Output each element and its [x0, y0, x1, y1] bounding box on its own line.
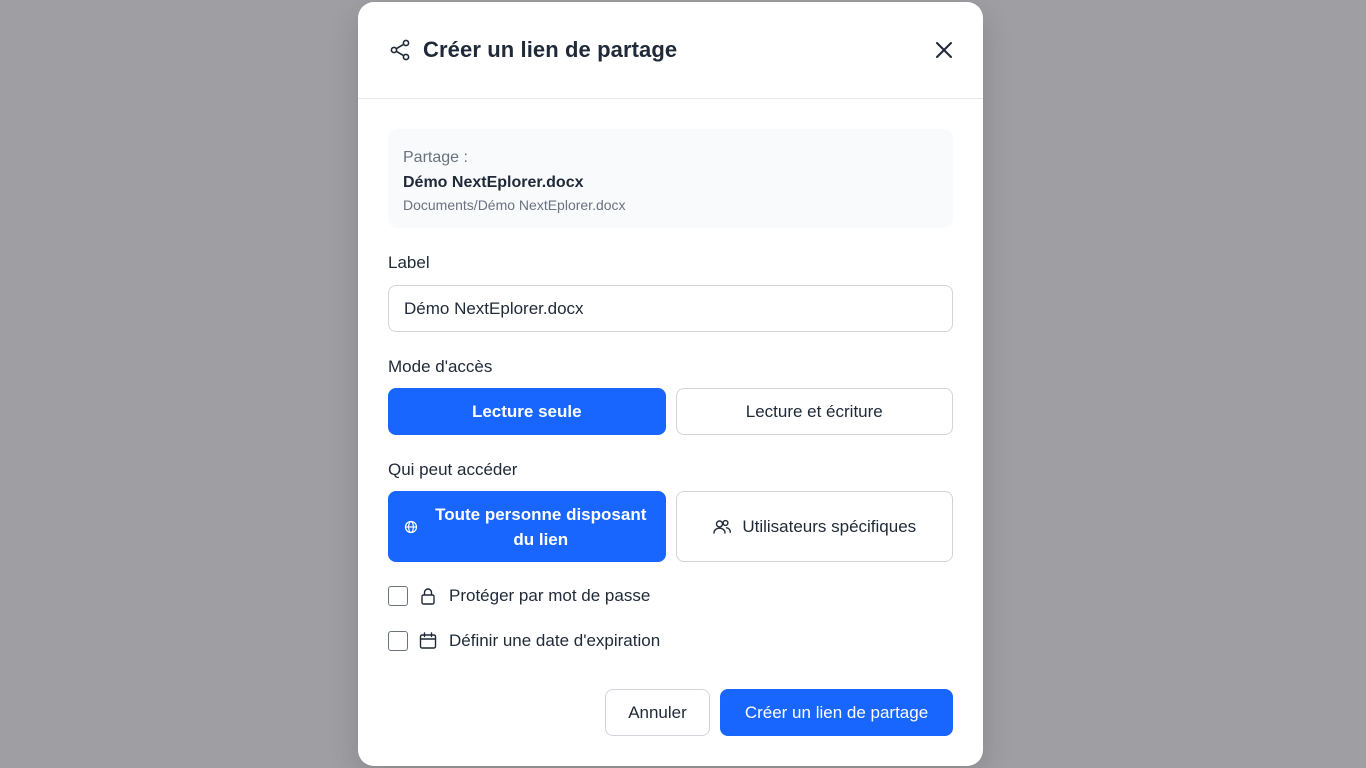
anyone-with-link-label: Toute personne disposant du lien	[435, 504, 647, 549]
users-icon	[712, 517, 732, 537]
dialog-title: Créer un lien de partage	[423, 37, 678, 62]
expiration-checkbox[interactable]	[388, 631, 408, 651]
dialog-footer: Annuler Créer un lien de partage	[605, 689, 953, 736]
lock-icon	[418, 586, 438, 606]
calendar-icon	[418, 631, 438, 651]
dialog-header: Créer un lien de partage	[358, 2, 983, 99]
access-read-write-option[interactable]: Lecture et écriture	[675, 388, 953, 435]
who-can-access-label: Qui peut accéder	[388, 460, 518, 479]
access-mode-label: Mode d'accès	[388, 357, 493, 376]
share-prefix-label: Partage :	[403, 149, 468, 166]
share-icon	[388, 38, 412, 62]
create-share-link-button[interactable]: Créer un lien de partage	[720, 689, 953, 736]
close-icon	[936, 42, 952, 58]
label-field-label: Label	[388, 253, 430, 272]
password-checkbox[interactable]	[388, 586, 408, 606]
cancel-button[interactable]: Annuler	[605, 689, 710, 736]
expiration-option-row: Définir une date d'expiration	[388, 630, 953, 652]
label-input[interactable]	[388, 285, 953, 332]
password-option-label: Protéger par mot de passe	[449, 586, 651, 605]
shared-file-name: Démo NextEplorer.docx	[403, 174, 584, 191]
specific-users-label: Utilisateurs spécifiques	[742, 517, 917, 536]
dialog-body: Partage : Démo NextEplorer.docx Document…	[358, 99, 983, 652]
specific-users-option[interactable]: Utilisateurs spécifiques	[675, 491, 953, 562]
expiration-option-label: Définir une date d'expiration	[449, 631, 661, 650]
password-option-row: Protéger par mot de passe	[388, 585, 953, 607]
globe-icon	[403, 519, 419, 535]
shared-file-path: Documents/Démo NextEplorer.docx	[403, 197, 626, 213]
shared-file-summary: Partage : Démo NextEplorer.docx Document…	[388, 129, 953, 228]
access-read-only-option[interactable]: Lecture seule	[388, 388, 666, 435]
access-mode-selector: Lecture seule Lecture et écriture	[388, 388, 953, 435]
who-can-access-selector: Toute personne disposant du lien Utilisa…	[388, 491, 953, 562]
anyone-with-link-option[interactable]: Toute personne disposant du lien	[388, 491, 666, 562]
share-link-dialog: Créer un lien de partage Partage : Démo …	[358, 2, 983, 766]
close-button[interactable]	[929, 35, 959, 65]
